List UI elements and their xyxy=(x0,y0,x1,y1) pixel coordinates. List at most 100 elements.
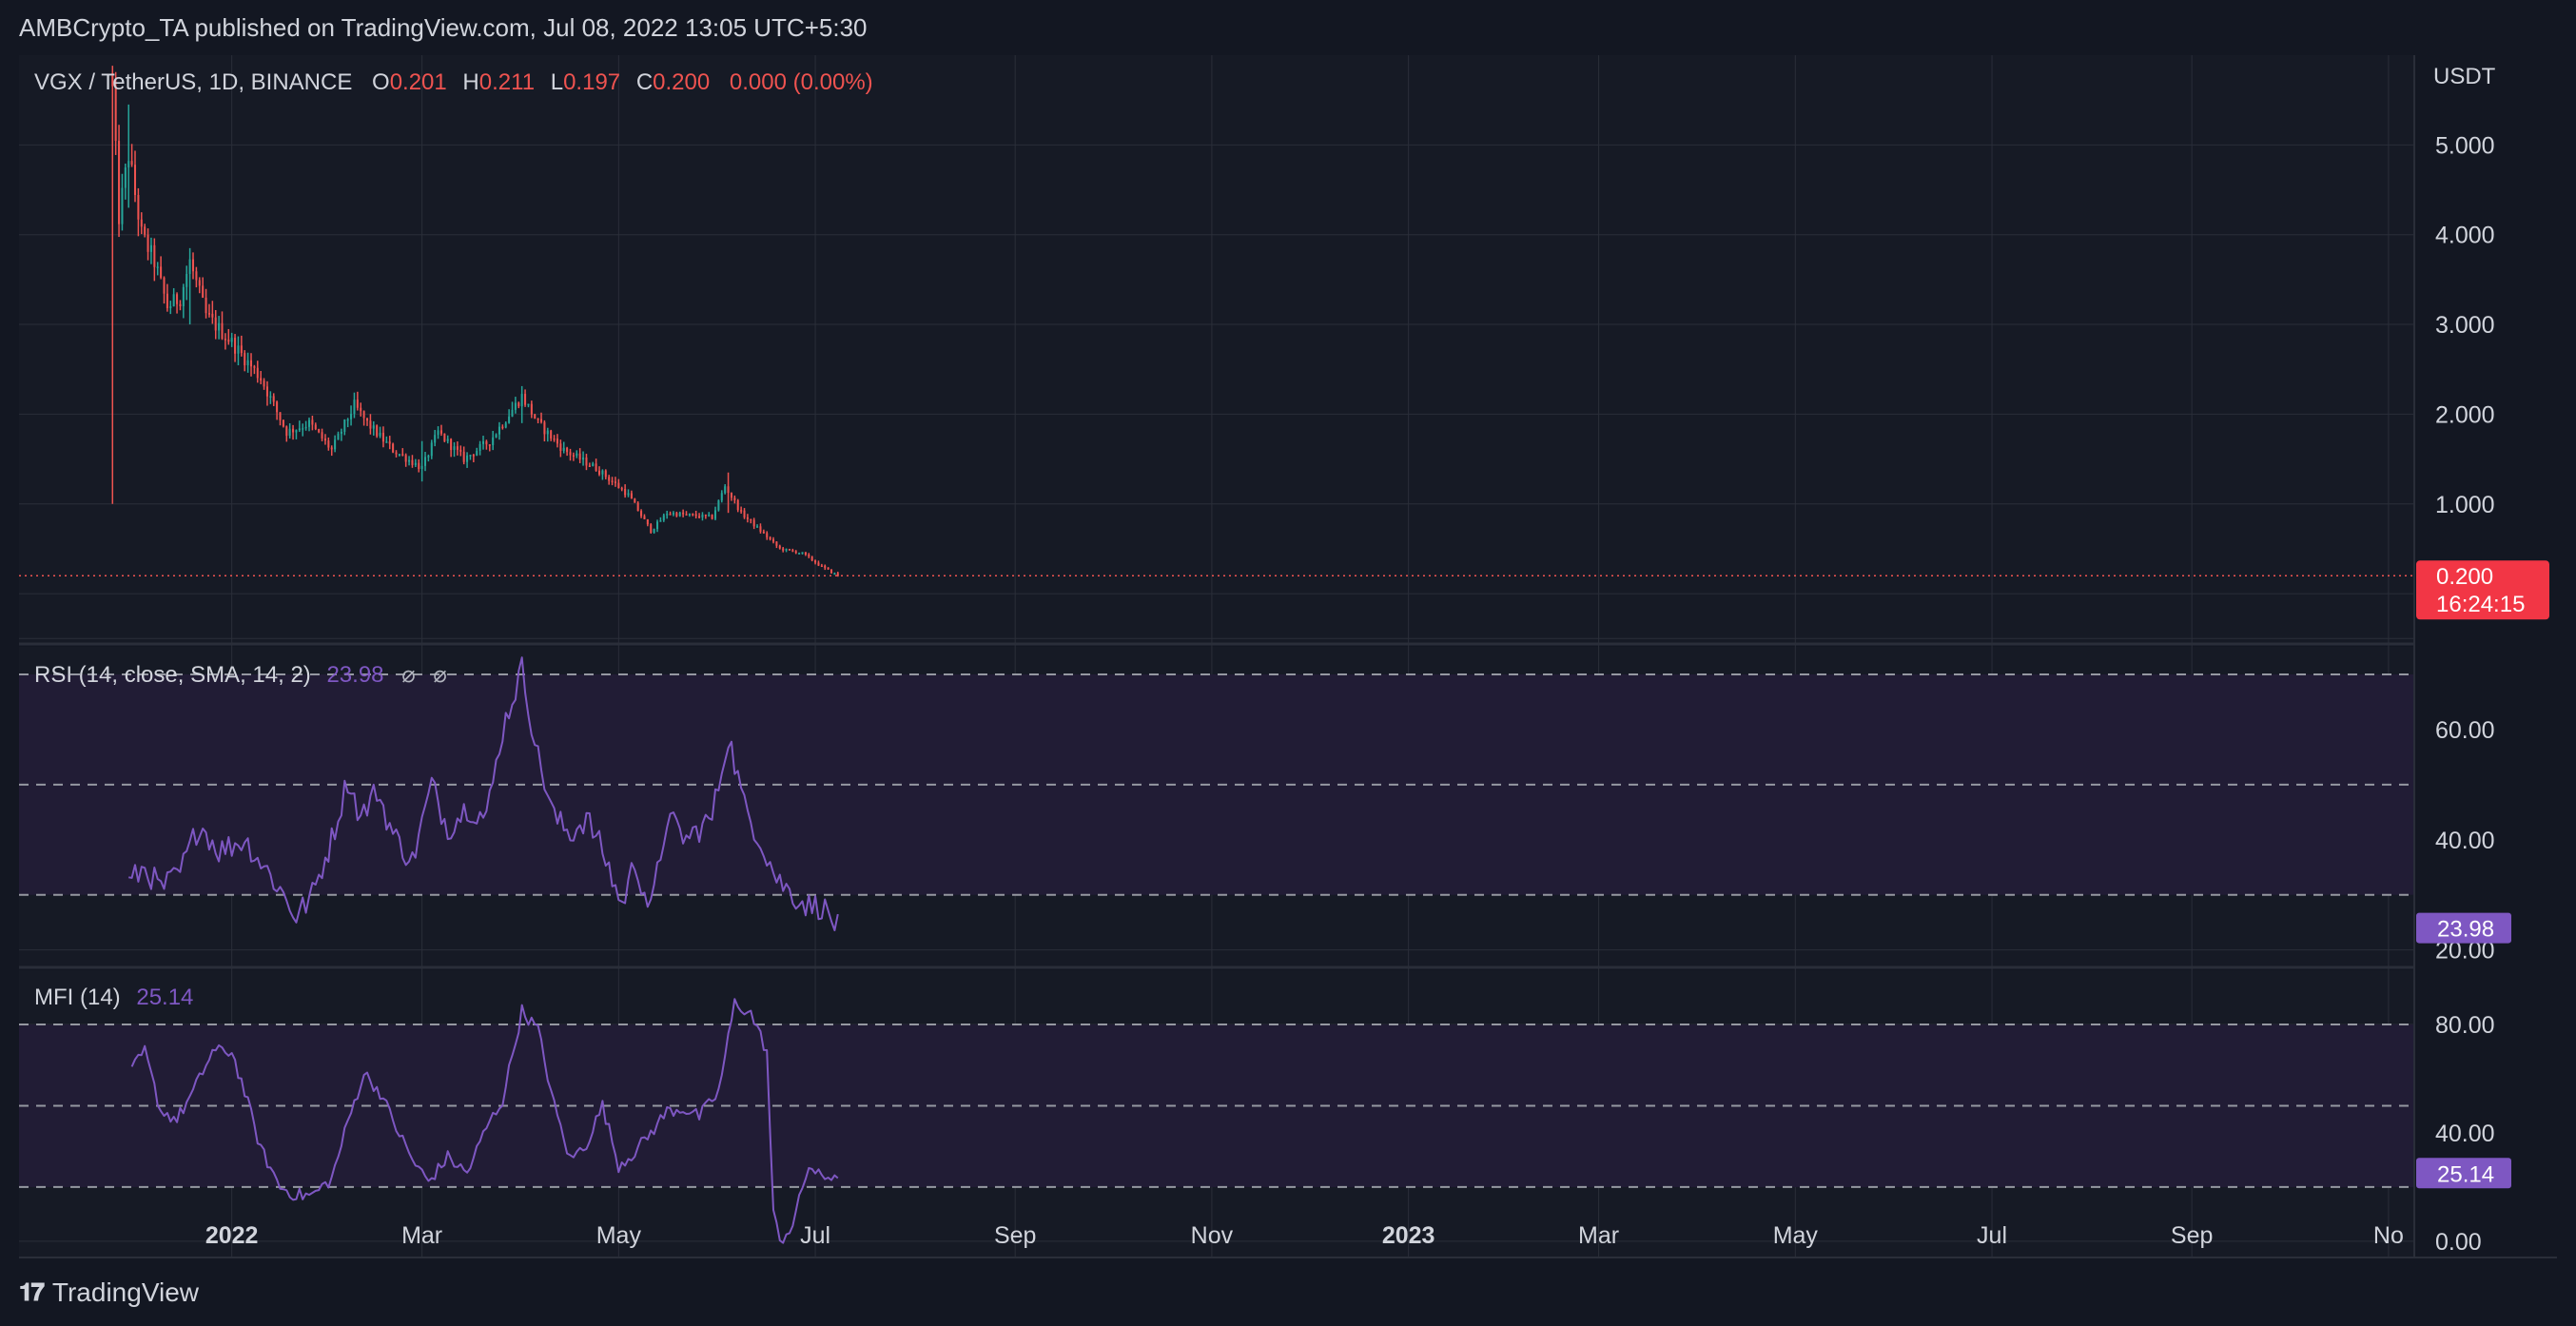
candle-body xyxy=(365,418,369,421)
candle-body xyxy=(133,165,137,195)
candle-body xyxy=(246,360,249,366)
change-value: 0.000 (0.00%) xyxy=(730,69,873,95)
x-tick-label: May xyxy=(1773,1222,1819,1249)
candle-body xyxy=(485,440,488,445)
candle-body xyxy=(398,454,400,456)
candle-body xyxy=(282,419,284,427)
candle-body xyxy=(353,400,356,415)
candle-body xyxy=(720,493,723,501)
candle-body xyxy=(356,400,359,408)
candle-body xyxy=(562,447,565,451)
candle-body xyxy=(411,459,414,465)
candle-body xyxy=(713,510,717,519)
candle-body xyxy=(791,550,794,552)
candle-body xyxy=(614,481,616,483)
high-value: 0.211 xyxy=(479,69,535,95)
candle-body xyxy=(688,514,691,516)
candle-body xyxy=(701,514,704,517)
candle-body xyxy=(218,322,221,331)
chart-area[interactable]: 2022 Mar May Jul Sep Nov 2023 Mar May Jul Sep No 1.0… xyxy=(0,0,2576,1326)
candle-body xyxy=(498,426,500,435)
candle-body xyxy=(381,432,384,442)
candle-body xyxy=(423,457,427,466)
candle-body xyxy=(824,565,827,568)
candle-body xyxy=(546,430,549,435)
indicator-y-tick-label: 60.00 xyxy=(2435,717,2495,744)
candle-body xyxy=(137,194,140,220)
candle-body xyxy=(327,440,330,448)
candle-body xyxy=(508,416,511,423)
candle-body xyxy=(698,516,701,518)
price-y-tick-label: 1.000 xyxy=(2435,492,2495,518)
candle-body xyxy=(756,526,759,528)
candle-body xyxy=(130,161,133,166)
price-y-tick-label: 5.000 xyxy=(2435,132,2495,159)
candle-body xyxy=(343,419,346,432)
candle-body xyxy=(360,407,362,412)
candle-body xyxy=(492,437,495,445)
candle-body xyxy=(550,430,553,439)
candle-body xyxy=(597,470,601,475)
candle-body xyxy=(379,432,381,437)
candle-body xyxy=(260,378,263,381)
candle-body xyxy=(163,277,166,294)
candle-body xyxy=(694,514,697,517)
candle-body xyxy=(244,353,246,366)
mfi-legend[interactable]: MFI (14) 25.14 xyxy=(34,985,193,1010)
close-value: 0.200 xyxy=(653,69,710,95)
candle-body xyxy=(337,433,340,440)
candle-body xyxy=(830,569,833,574)
candle-body xyxy=(750,518,752,521)
candle-body xyxy=(762,531,765,534)
candle-body xyxy=(144,226,146,235)
candle-body xyxy=(307,419,311,427)
indicator-y-tick-label: 40.00 xyxy=(2435,828,2495,854)
candle-body xyxy=(121,187,124,224)
candle-body xyxy=(833,573,836,575)
candle-body xyxy=(514,402,517,410)
tradingview-brand[interactable]: 𝟏𝟕 TradingView xyxy=(19,1277,199,1308)
x-tick-label: Mar xyxy=(401,1222,442,1249)
candle-body xyxy=(276,401,279,413)
candle-body xyxy=(601,470,604,475)
x-tick-label: 2023 xyxy=(1382,1222,1435,1249)
countdown-label: 16:24:15 xyxy=(2436,592,2525,617)
candle-body xyxy=(179,303,182,306)
candle-body xyxy=(640,511,643,517)
indicator-band-fill xyxy=(19,1024,2414,1187)
candle-body xyxy=(537,418,539,420)
candle-body xyxy=(733,497,736,500)
candle-body xyxy=(191,259,195,272)
candle-body xyxy=(766,533,769,537)
candle-body xyxy=(646,518,649,525)
candle-body xyxy=(263,380,265,387)
candle-body xyxy=(321,432,323,439)
candle-body xyxy=(604,470,607,478)
rsi-legend-icon: ⌀ xyxy=(433,662,446,688)
candle-body xyxy=(827,567,829,570)
indicator-y-tick-label: 80.00 xyxy=(2435,1012,2495,1039)
indicator-y-tick-label: 40.00 xyxy=(2435,1121,2495,1147)
candle-body xyxy=(752,519,755,527)
last-price-label: 0.200 xyxy=(2436,564,2493,590)
candle-body xyxy=(314,424,317,430)
candle-body xyxy=(272,396,275,402)
candle-body xyxy=(408,459,411,462)
rsi-legend[interactable]: RSI (14, close, SMA, 14, 2) 23.98 ⌀ ⌀ xyxy=(34,662,447,688)
symbol-label: VGX / TetherUS, 1D, BINANCE xyxy=(34,69,352,95)
candle-body xyxy=(724,486,727,494)
candle-body xyxy=(369,420,372,429)
candle-body xyxy=(524,394,527,405)
candle-body xyxy=(655,521,659,530)
currency-label[interactable]: USDT xyxy=(2433,64,2496,89)
candle-body xyxy=(788,549,790,551)
candle-body xyxy=(156,266,159,268)
candle-body xyxy=(450,439,453,451)
candle-body xyxy=(736,499,739,511)
price-y-tick-label: 2.000 xyxy=(2435,401,2495,428)
candle-body xyxy=(205,297,207,314)
open-label: O xyxy=(372,69,390,95)
candle-body xyxy=(511,409,514,417)
x-tick-label: May xyxy=(596,1222,642,1249)
x-tick-label: Nov xyxy=(1191,1222,1234,1249)
